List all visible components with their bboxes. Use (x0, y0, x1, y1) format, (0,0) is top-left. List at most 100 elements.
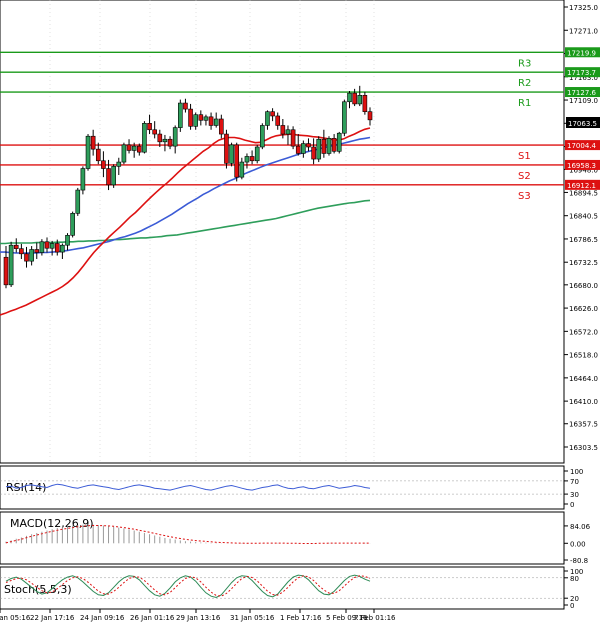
candle-down (224, 133, 229, 164)
candle-up (39, 241, 45, 253)
candle-down (311, 146, 316, 160)
rsi-title: RSI(14) (6, 481, 46, 494)
level-name-r1: R1 (518, 98, 531, 109)
candle-up (260, 125, 265, 148)
price-y-tick-label: 16464.0 (569, 375, 598, 383)
candle-up (203, 116, 209, 121)
candle-up (162, 138, 168, 143)
candle-up (326, 138, 332, 154)
candle-up (60, 244, 65, 253)
candle-down (24, 253, 29, 262)
level-name-s3: S3 (518, 191, 531, 202)
stoch-y-tick-label: 0 (570, 602, 574, 610)
candle-up (111, 166, 116, 186)
rsi-y-tick-label: 30 (570, 491, 579, 499)
candle-down (198, 114, 204, 121)
current-price-label: 17063.5 (568, 120, 597, 128)
macd-y-tick-label: 0.00 (570, 540, 586, 548)
candle-down (367, 111, 373, 121)
price-y-tick-label: 17325.0 (569, 4, 598, 12)
price-y-tick-label: 16303.5 (569, 444, 598, 452)
candle-up (131, 145, 137, 151)
candle-up (265, 111, 270, 126)
candle-down (352, 92, 357, 105)
candle-down (19, 248, 24, 255)
candle-down (188, 108, 193, 127)
rsi-panel-frame (0, 465, 565, 510)
rsi-y-tick-label: 70 (570, 478, 579, 486)
macd-panel: MACD(12,26,9) 84.06 0.00 -80.8 (0, 511, 591, 565)
candle-down (183, 102, 188, 110)
candle-up (121, 144, 127, 163)
price-y-tick-label: 16786.5 (569, 236, 598, 244)
price-y-tick-label: 16894.5 (569, 189, 598, 197)
stoch-panel: Stoch(5,5,3) 10080200 (0, 566, 583, 610)
candle-down (106, 168, 111, 186)
x-axis-tick-label: 31 Jan 05:16 (230, 614, 275, 622)
x-axis-labels: 19 Jan 05:1622 Jan 17:16 24 Jan 09:16 26 J… (0, 609, 396, 622)
price-y-tick-label: 16518.0 (569, 352, 598, 360)
stoch-title: Stoch(5,5,3) (4, 583, 72, 596)
candle-up (316, 138, 322, 160)
candle-up (229, 144, 234, 164)
level-name-s2: S2 (518, 171, 531, 182)
candle-up (75, 189, 81, 214)
price-y-tick-label: 16572.0 (569, 328, 598, 336)
x-axis-tick-label: 29 Jan 13:16 (176, 614, 221, 622)
price-y-tick-label: 16357.5 (569, 421, 598, 429)
candle-down (306, 143, 311, 148)
candle-down (270, 111, 275, 117)
candle-down (126, 144, 132, 151)
candle-down (280, 125, 286, 135)
chart-canvas: 17325.017271.017217.017163.017109.017055… (0, 0, 600, 622)
candle-down (295, 145, 301, 154)
candle-up (8, 244, 14, 286)
candle-up (254, 146, 260, 162)
macd-y-axis: 84.06 0.00 -80.8 (564, 523, 591, 565)
candle-down (331, 138, 337, 152)
candle-up (70, 213, 75, 236)
rsi-y-tick-label: 100 (570, 468, 583, 476)
x-axis-tick-label: 22 Jan 17:16 (30, 614, 75, 622)
candle-up (178, 102, 183, 128)
candle-down (147, 122, 152, 131)
price-y-tick-label: 17271.0 (569, 27, 598, 35)
candle-up (347, 92, 352, 103)
candle-down (321, 138, 327, 154)
level-price-label-r1: 17127.6 (567, 89, 596, 97)
price-y-tick-label: 16410.0 (569, 398, 598, 406)
price-y-tick-label: 16680.0 (569, 282, 598, 290)
candle-down (44, 241, 50, 249)
candle-down (54, 243, 60, 253)
macd-title: MACD(12,26,9) (10, 517, 94, 530)
stoch-panel-frame (0, 566, 565, 610)
candle-up (142, 122, 147, 153)
candle-down (219, 118, 224, 135)
rsi-y-tick-label: 0 (570, 501, 574, 509)
level-price-label-s1: 17004.4 (567, 142, 596, 150)
price-y-tick-label: 16840.5 (569, 213, 598, 221)
candle-down (101, 160, 106, 169)
x-axis-tick-label: 19 Jan 05:16 (0, 614, 31, 622)
level-name-r3: R3 (518, 58, 531, 69)
candle-down (249, 156, 255, 162)
candle-up (213, 118, 219, 126)
x-axis-tick-label: 1 Feb 17:16 (280, 614, 322, 622)
candle-down (34, 249, 40, 253)
candle-down (290, 129, 296, 147)
level-price-label-s3: 16912.1 (567, 182, 596, 190)
candle-down (208, 116, 214, 126)
macd-y-tick-label: -80.8 (570, 557, 588, 565)
candle-up (172, 127, 178, 147)
candle-down (136, 145, 142, 153)
x-axis-tick-label: 7 Feb 01:16 (354, 614, 396, 622)
candle-up (342, 101, 347, 134)
candle-down (275, 115, 281, 126)
level-price-label-r2: 17173.7 (567, 69, 596, 77)
price-panel-frame (0, 0, 565, 464)
candle-down (95, 148, 101, 162)
current-price-tag: 17063.5 (566, 117, 600, 128)
candle-down (167, 138, 173, 147)
candle-up (29, 249, 34, 262)
candle-up (80, 168, 86, 191)
